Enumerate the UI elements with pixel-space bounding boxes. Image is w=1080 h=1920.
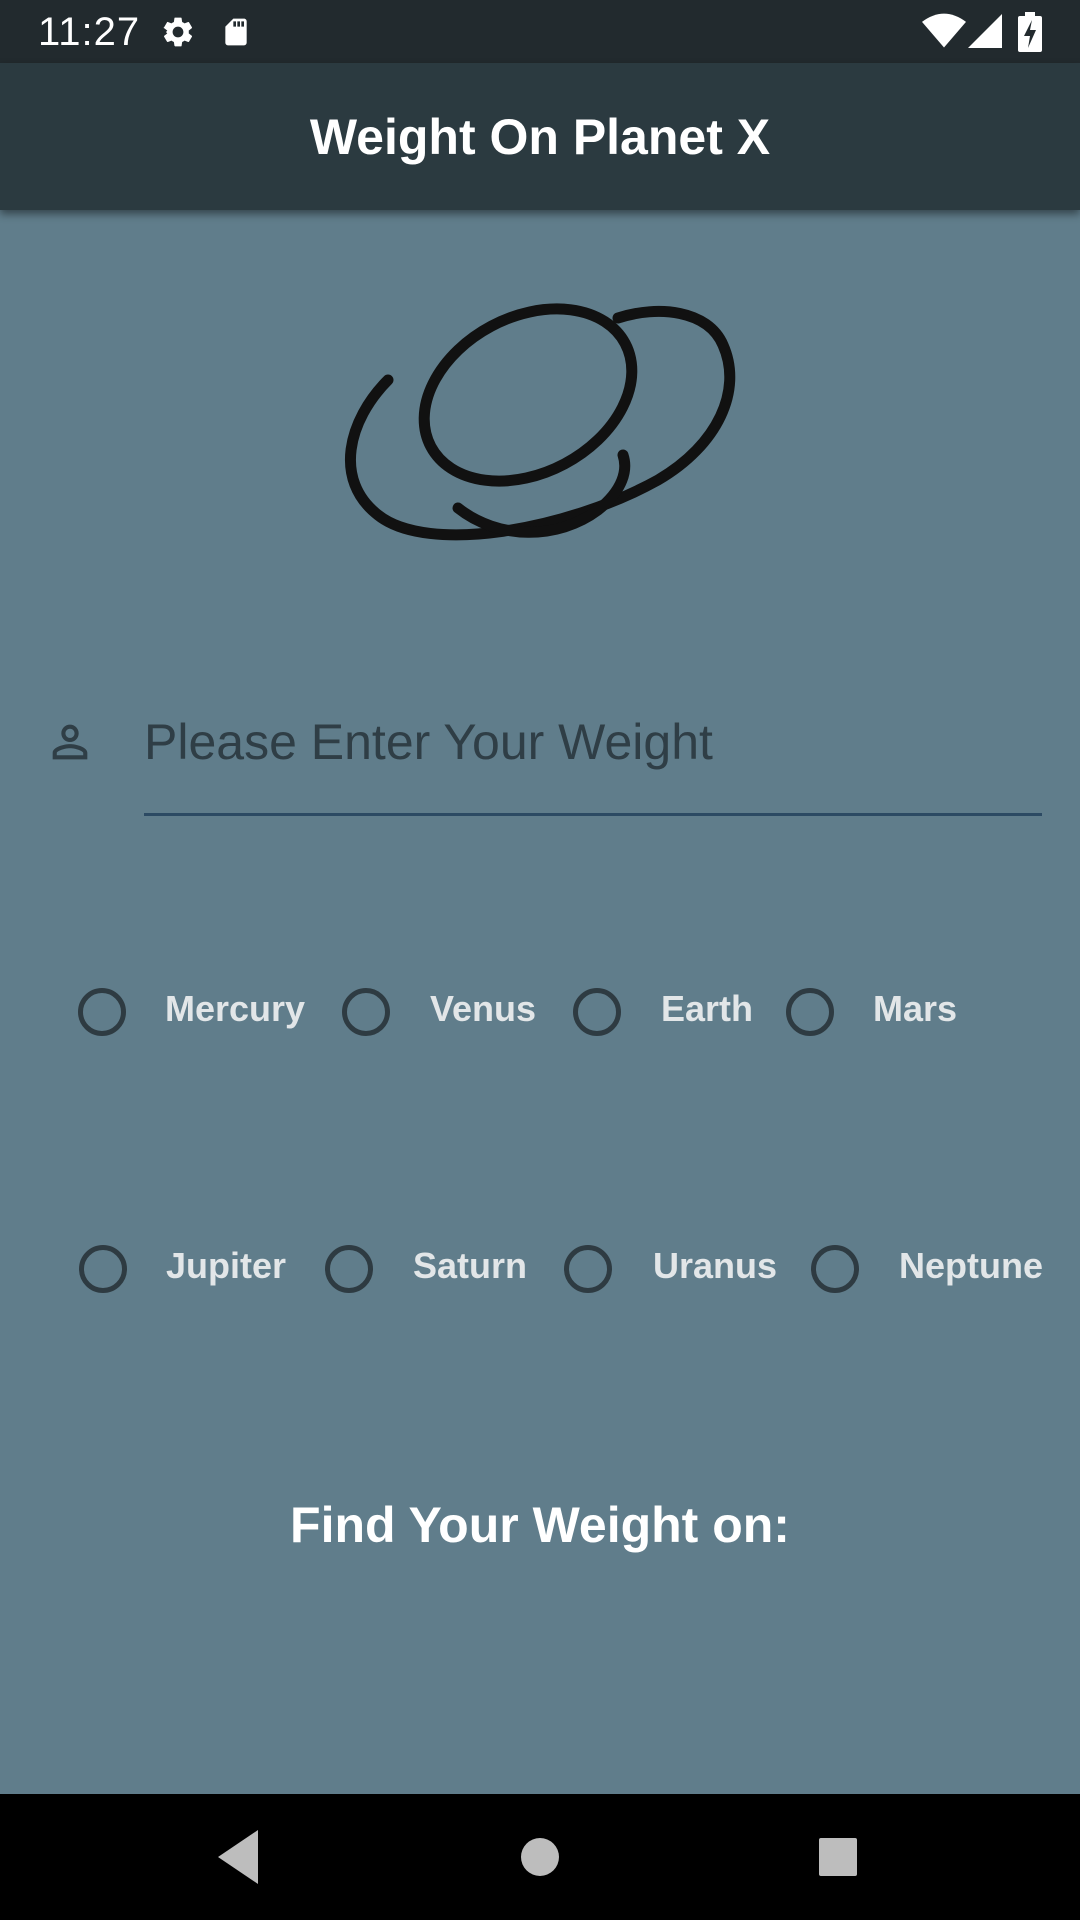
screen: 11:27 Weight On Planet X Please Enter Yo… — [0, 0, 1080, 1920]
home-icon — [521, 1838, 559, 1876]
person-icon — [44, 716, 96, 773]
sd-card-icon — [220, 14, 252, 55]
app-title: Weight On Planet X — [309, 109, 771, 165]
recents-button[interactable] — [778, 1794, 898, 1920]
radio-circle[interactable] — [78, 988, 126, 1036]
radio-circle[interactable] — [564, 1245, 612, 1293]
radio-earth[interactable]: Earth — [573, 970, 763, 1050]
back-button[interactable] — [178, 1794, 298, 1920]
radio-circle[interactable] — [325, 1245, 373, 1293]
navigation-bar — [0, 1794, 1080, 1920]
result-label: Find Your Weight on: — [290, 1497, 790, 1553]
radio-label-neptune: Neptune — [899, 1245, 1043, 1286]
radio-label-uranus: Uranus — [653, 1245, 778, 1286]
radio-circle[interactable] — [79, 1245, 127, 1293]
radio-label-mercury: Mercury — [165, 988, 306, 1029]
weight-input-underline — [144, 813, 1042, 816]
recents-icon — [819, 1838, 857, 1876]
planet-icon — [344, 303, 736, 541]
cell-signal-icon — [968, 14, 1002, 53]
main-content: Mercury Venus Earth Mars Jupiter — [0, 210, 1080, 1794]
radio-circle[interactable] — [786, 988, 834, 1036]
status-bar: 11:27 — [0, 0, 1080, 63]
weight-input[interactable] — [144, 694, 1040, 790]
radio-label-saturn: Saturn — [413, 1245, 528, 1286]
wifi-icon — [922, 12, 966, 55]
radio-mars[interactable]: Mars — [786, 970, 966, 1050]
weight-field — [0, 680, 1080, 840]
radio-mercury[interactable]: Mercury — [78, 970, 308, 1050]
back-icon — [218, 1830, 258, 1884]
radio-jupiter[interactable]: Jupiter — [79, 1227, 299, 1307]
radio-label-jupiter: Jupiter — [166, 1245, 287, 1286]
radio-uranus[interactable]: Uranus — [564, 1227, 784, 1307]
radio-neptune[interactable]: Neptune — [811, 1227, 1061, 1307]
radio-circle[interactable] — [573, 988, 621, 1036]
app-bar: Weight On Planet X — [0, 63, 1080, 210]
battery-charging-icon — [1018, 12, 1042, 57]
radio-label-mars: Mars — [873, 988, 958, 1029]
radio-circle[interactable] — [811, 1245, 859, 1293]
status-time: 11:27 — [38, 10, 141, 54]
settings-icon — [160, 14, 196, 55]
radio-label-venus: Venus — [430, 988, 537, 1029]
planet-radio-row-2: Jupiter Saturn Uranus Neptune — [0, 1227, 1080, 1307]
radio-saturn[interactable]: Saturn — [325, 1227, 545, 1307]
planet-radio-row-1: Mercury Venus Earth Mars — [0, 970, 1080, 1050]
home-button[interactable] — [480, 1794, 600, 1920]
radio-label-earth: Earth — [661, 988, 754, 1029]
radio-venus[interactable]: Venus — [342, 970, 542, 1050]
radio-circle[interactable] — [342, 988, 390, 1036]
